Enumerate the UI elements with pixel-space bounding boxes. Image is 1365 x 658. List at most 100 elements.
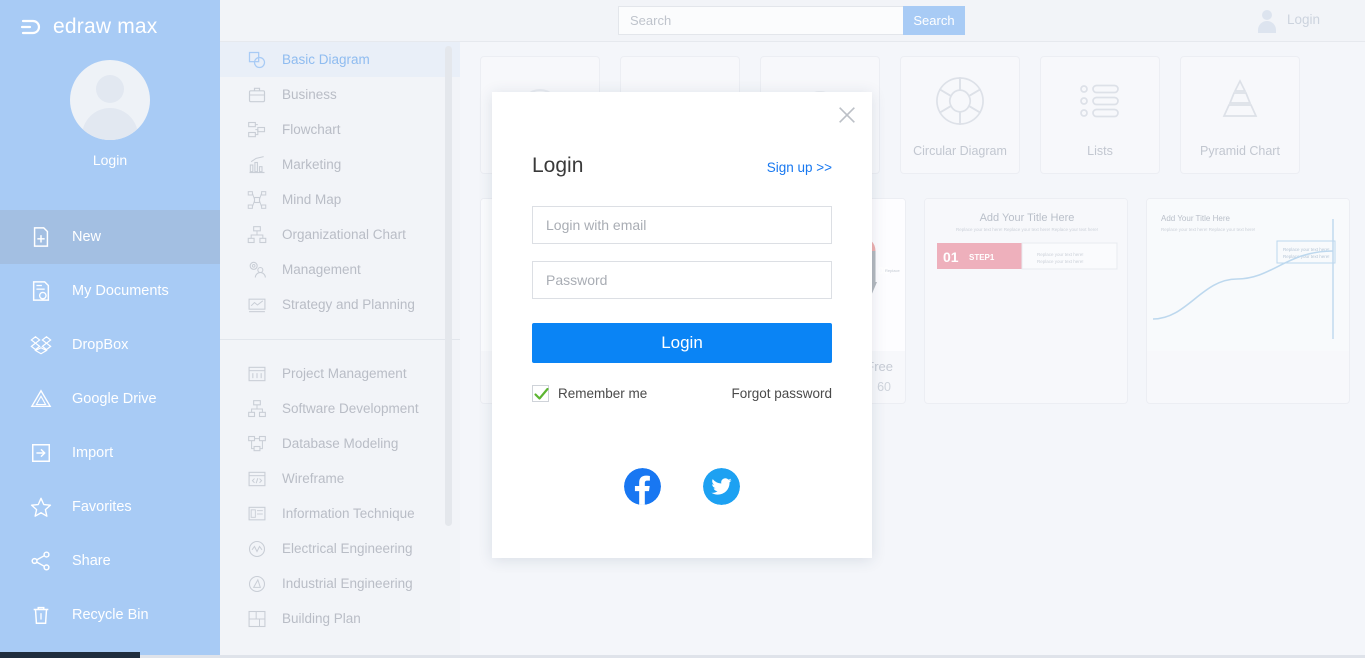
svg-text:STEP1: STEP1: [969, 253, 995, 262]
category-organizational-chart[interactable]: Organizational Chart: [220, 217, 460, 252]
type-card-label: Lists: [1087, 144, 1113, 158]
user-avatar-icon: [70, 60, 150, 140]
type-card-pyramid-chart[interactable]: Pyramid Chart: [1180, 56, 1300, 174]
sidebar-item-label: New: [72, 229, 102, 245]
trash-icon: [33, 606, 49, 624]
category-label: Strategy and Planning: [282, 297, 415, 312]
sidebar-profile[interactable]: Login: [0, 42, 220, 208]
sidebar-nav: New My Documents DropBox Google Drive Im…: [0, 210, 220, 642]
brand-name: edraw max: [53, 15, 158, 38]
new-document-icon: [33, 227, 49, 247]
forgot-password-link[interactable]: Forgot password: [731, 386, 832, 401]
category-basic-diagram[interactable]: Basic Diagram: [220, 42, 460, 77]
electrical-engineering-icon: [248, 540, 266, 557]
top-header: Search Login: [220, 0, 1365, 42]
category-flowchart[interactable]: Flowchart: [220, 112, 460, 147]
category-label: Industrial Engineering: [282, 576, 413, 591]
sidebar-item-label: My Documents: [72, 283, 169, 299]
category-mind-map[interactable]: Mind Map: [220, 182, 460, 217]
category-label: Management: [282, 262, 361, 277]
sidebar-item-import[interactable]: Import: [0, 426, 220, 480]
category-industrial-engineering[interactable]: Industrial Engineering: [220, 566, 460, 601]
email-field[interactable]: [532, 206, 832, 244]
sidebar-item-recycle-bin[interactable]: Recycle Bin: [0, 588, 220, 642]
industrial-engineering-icon: [248, 575, 266, 592]
category-strategy-and-planning[interactable]: Strategy and Planning: [220, 287, 460, 322]
user-avatar-icon: [1257, 9, 1277, 33]
modal-title: Login: [532, 154, 584, 177]
header-login-label: Login: [1286, 11, 1320, 27]
login-modal: Login Sign up >> Login Remember me Forgo…: [492, 92, 872, 558]
sidebar-item-new[interactable]: New: [0, 210, 220, 264]
sidebar-item-favorites[interactable]: Favorites: [0, 480, 220, 534]
category-label: Mind Map: [282, 192, 342, 207]
close-icon[interactable]: [836, 104, 858, 126]
svg-text:Replace your text here!: Replace your text here!: [1037, 252, 1084, 257]
svg-text:01: 01: [943, 249, 959, 265]
remember-me-checkbox[interactable]: Remember me: [532, 385, 647, 402]
header-login-button[interactable]: Login: [1257, 9, 1320, 33]
signup-link[interactable]: Sign up >>: [767, 160, 832, 175]
import-icon: [32, 444, 50, 462]
category-label: Basic Diagram: [282, 52, 370, 67]
category-label: Organizational Chart: [282, 227, 406, 242]
lists-icon: [1080, 84, 1119, 118]
check-icon: [534, 387, 549, 400]
category-label: Software Development: [282, 401, 419, 416]
sidebar-login-label: Login: [92, 152, 128, 168]
template-card[interactable]: Add Your Title Here Replace your text he…: [1146, 198, 1350, 404]
documents-icon: [32, 281, 50, 301]
template-meta: [1147, 351, 1349, 361]
category-label: Electrical Engineering: [282, 541, 413, 556]
curve-template-preview-icon: Add Your Title Here Replace your text he…: [1147, 199, 1349, 351]
management-icon: [249, 261, 266, 278]
twitter-icon[interactable]: [703, 468, 740, 505]
password-field[interactable]: [532, 261, 832, 299]
category-software-development[interactable]: Software Development: [220, 391, 460, 426]
org-chart-icon: [247, 225, 267, 243]
share-icon: [31, 551, 50, 571]
svg-text:Replace: Replace: [885, 268, 900, 273]
sidebar-item-share[interactable]: Share: [0, 534, 220, 588]
category-business[interactable]: Business: [220, 77, 460, 112]
category-panel: Basic Diagram Business Flowchart Marketi…: [220, 42, 460, 658]
checkbox-box: [532, 385, 549, 402]
taskbar-left: [0, 652, 140, 658]
svg-text:Add Your Title Here: Add Your Title Here: [980, 212, 1075, 224]
building-plan-icon: [248, 610, 266, 627]
sidebar-item-google-drive[interactable]: Google Drive: [0, 372, 220, 426]
facebook-icon[interactable]: [624, 468, 661, 505]
category-electrical-engineering[interactable]: Electrical Engineering: [220, 531, 460, 566]
sidebar-item-my-documents[interactable]: My Documents: [0, 264, 220, 318]
template-thumbnail: Add Your Title Here Replace your text he…: [925, 199, 1127, 351]
bar-chart-icon: [249, 155, 265, 173]
sidebar-item-label: Share: [72, 553, 111, 569]
category-wireframe[interactable]: Wireframe: [220, 461, 460, 496]
sidebar-item-label: Recycle Bin: [72, 607, 149, 623]
copies-count: 60: [877, 380, 891, 394]
template-card[interactable]: Add Your Title Here Replace your text he…: [924, 198, 1128, 404]
type-card-lists[interactable]: Lists: [1040, 56, 1160, 174]
template-meta: [925, 351, 1127, 361]
type-card-label: Pyramid Chart: [1200, 144, 1280, 158]
strategy-icon: [248, 298, 266, 312]
category-scrollbar[interactable]: [445, 46, 452, 526]
database-modeling-icon: [248, 435, 266, 451]
category-building-plan[interactable]: Building Plan: [220, 601, 460, 636]
category-marketing[interactable]: Marketing: [220, 147, 460, 182]
category-information-technique[interactable]: Information Technique: [220, 496, 460, 531]
category-project-management[interactable]: Project Management: [220, 356, 460, 391]
circular-diagram-icon: [936, 77, 984, 125]
login-submit-button[interactable]: Login: [532, 323, 832, 363]
category-label: Wireframe: [282, 471, 345, 486]
search-button[interactable]: Search: [903, 6, 965, 35]
category-database-modeling[interactable]: Database Modeling: [220, 426, 460, 461]
dropbox-icon: [30, 335, 52, 355]
svg-text:Replace your text here! Repla: Replace your text here! Replace your tex…: [1161, 227, 1255, 232]
category-label: Flowchart: [282, 122, 341, 137]
search-input[interactable]: [618, 6, 903, 35]
sidebar-item-dropbox[interactable]: DropBox: [0, 318, 220, 372]
category-management[interactable]: Management: [220, 252, 460, 287]
type-card-circular-diagram[interactable]: Circular Diagram: [900, 56, 1020, 174]
svg-text:Add Your Title Here: Add Your Title Here: [1161, 214, 1230, 223]
